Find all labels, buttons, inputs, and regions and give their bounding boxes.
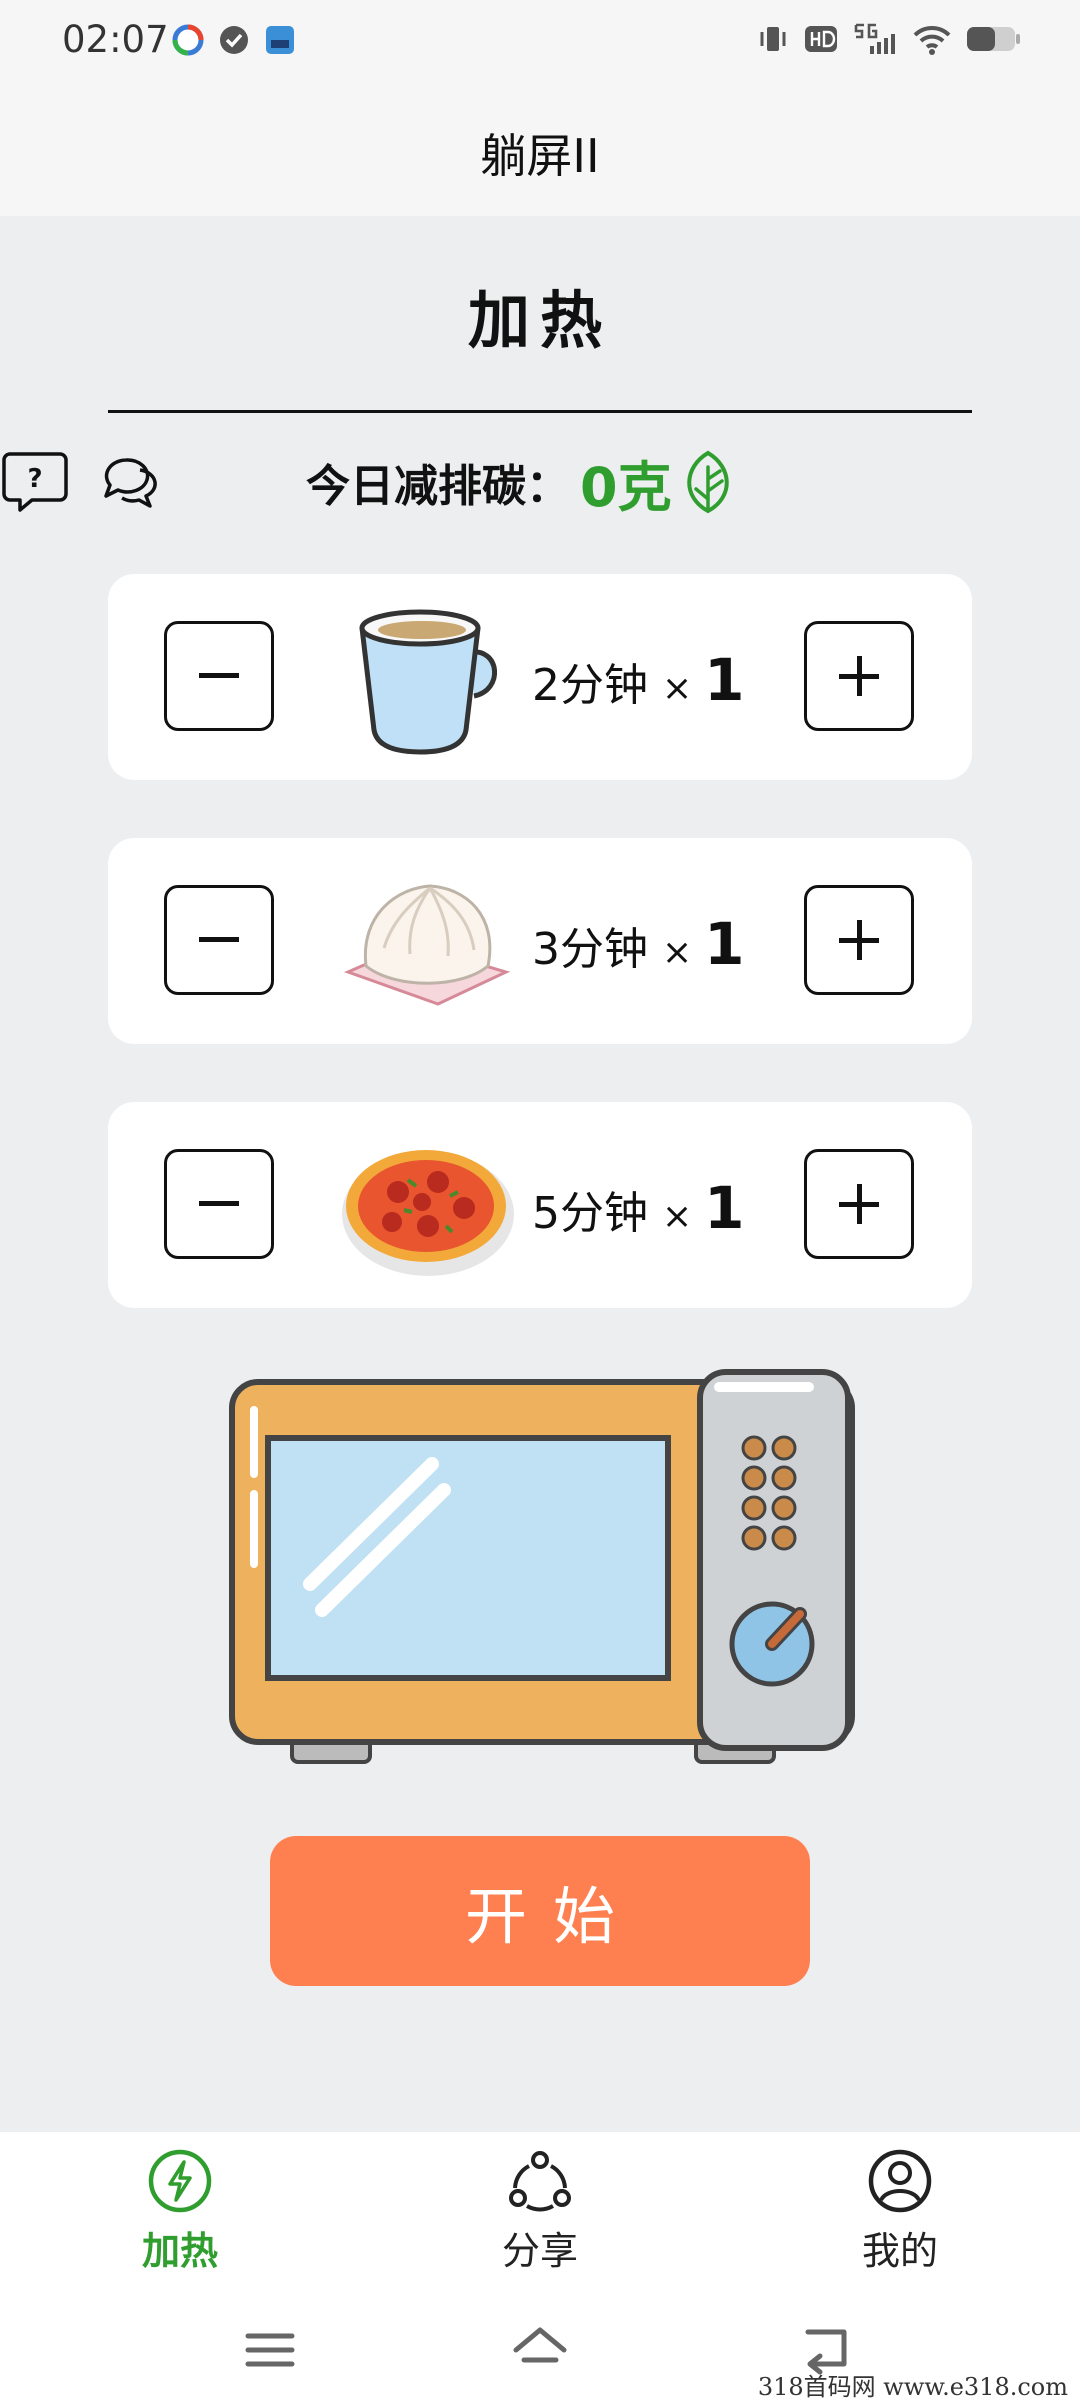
microwave-illustration: [229, 1369, 855, 1764]
increase-button[interactable]: [804, 885, 914, 995]
menu-icon[interactable]: [240, 2320, 300, 2380]
item-duration: 5分钟 × 1: [532, 1174, 745, 1242]
plus-icon: [839, 656, 879, 696]
carbon-value: 0克: [580, 455, 672, 519]
nav-label: 加热: [141, 2229, 218, 2273]
plus-icon: [839, 1184, 879, 1224]
chat-icon[interactable]: [100, 450, 166, 516]
title-divider: [108, 410, 972, 413]
decrease-button[interactable]: [164, 621, 274, 731]
duration-text: 5分钟: [532, 1188, 648, 1239]
heat-item-card: 3分钟 × 1: [108, 838, 972, 1044]
heat-item-card: 2分钟 × 1: [108, 574, 972, 780]
app-title: 躺屏II: [480, 129, 600, 183]
minus-icon: [199, 673, 239, 678]
status-time: 02:07: [62, 18, 169, 61]
system-nav-bar: 318首码网 www.e318.com: [0, 2304, 1080, 2408]
item-duration: 2分钟 × 1: [532, 646, 745, 714]
status-bar: 02:07: [0, 0, 1080, 84]
status-notification-icons: [172, 24, 296, 56]
heat-item-card: 5分钟 × 1: [108, 1102, 972, 1308]
plus-icon: [839, 920, 879, 960]
nav-label: 分享: [501, 2229, 578, 2273]
minus-icon: [199, 937, 239, 942]
decrease-button[interactable]: [164, 1149, 274, 1259]
carbon-label: 今日减排碳：: [306, 461, 570, 512]
decrease-button[interactable]: [164, 885, 274, 995]
times-sign: ×: [662, 932, 693, 973]
pizza-icon: [342, 1150, 514, 1276]
help-icon[interactable]: ?: [2, 450, 68, 512]
mug-icon: [359, 609, 498, 755]
nav-item-heat[interactable]: 加热: [80, 2148, 280, 2275]
vibrate-icon: [760, 27, 786, 51]
item-count: 1: [704, 1174, 745, 1242]
signal-5g-icon: [854, 23, 895, 54]
duration-text: 3分钟: [532, 924, 648, 975]
bolt-circle-icon: [148, 2149, 212, 2213]
duration-text: 2分钟: [532, 660, 648, 711]
wifi-icon: [913, 25, 951, 55]
increase-button[interactable]: [804, 1149, 914, 1259]
bottom-nav: 加热 分享 我的: [0, 2132, 1080, 2304]
item-count: 1: [704, 910, 745, 978]
share-icon: [509, 2151, 571, 2212]
item-duration: 3分钟 × 1: [532, 910, 745, 978]
start-button[interactable]: 开始: [270, 1836, 810, 1986]
minus-icon: [199, 1201, 239, 1206]
watermark: 318首码网 www.e318.com: [757, 2373, 1068, 2401]
carbon-reduction: 今日减排碳： 0克: [306, 446, 738, 519]
nav-item-share[interactable]: 分享: [440, 2148, 640, 2275]
check-badge-icon: [218, 24, 250, 56]
app-bar: 躺屏II: [0, 84, 1080, 216]
times-sign: ×: [662, 668, 693, 709]
home-icon[interactable]: [510, 2320, 570, 2380]
bun-icon: [343, 884, 511, 1006]
status-system-icons: [756, 22, 1022, 56]
times-sign: ×: [662, 1196, 693, 1237]
nav-label: 我的: [861, 2229, 938, 2273]
nav-item-me[interactable]: 我的: [800, 2148, 1000, 2275]
item-count: 1: [704, 646, 745, 714]
hd-icon: [805, 26, 837, 52]
app-notification-icon: [172, 24, 204, 56]
user-circle-icon: [868, 2149, 932, 2213]
increase-button[interactable]: [804, 621, 914, 731]
page-title: 加热: [467, 284, 612, 357]
app-notification-icon-2: [264, 24, 296, 56]
svg-text:?: ?: [27, 464, 42, 494]
battery-icon: [967, 27, 1020, 51]
leaf-icon: [686, 450, 729, 514]
